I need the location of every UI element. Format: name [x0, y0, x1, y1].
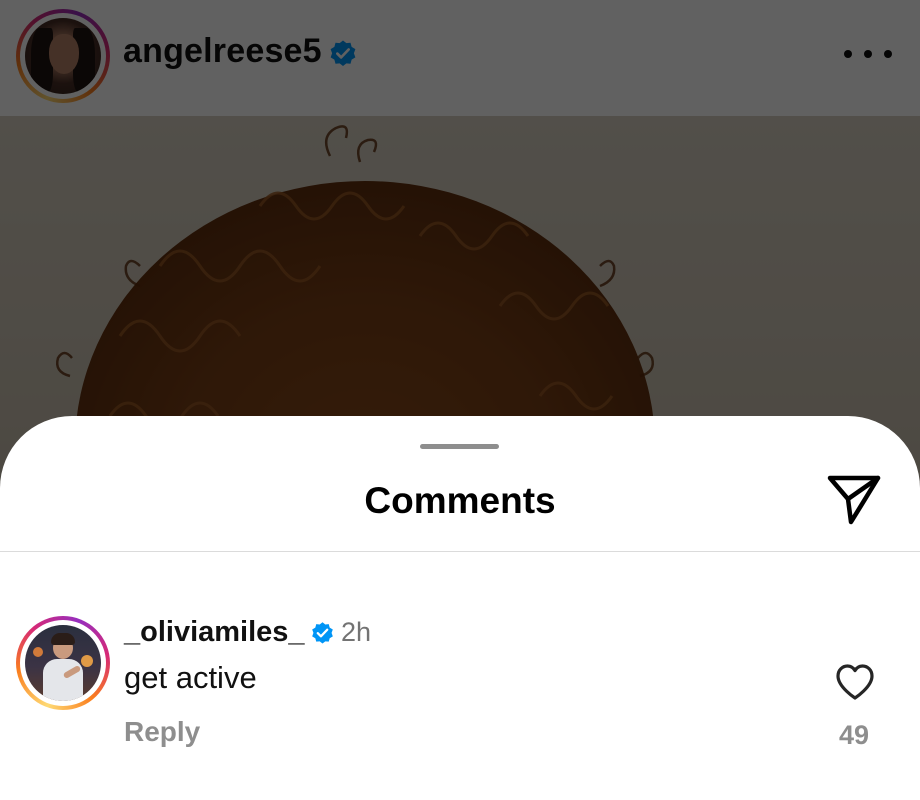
- commenter-avatar-photo: [25, 625, 101, 701]
- sheet-drag-handle[interactable]: [420, 444, 499, 449]
- verified-badge-icon: [312, 622, 333, 644]
- sheet-divider: [0, 551, 920, 552]
- heart-outline-icon[interactable]: [834, 662, 876, 702]
- reply-button[interactable]: Reply: [124, 716, 200, 748]
- comment-item: _oliviamiles_ 2h get active Reply 49: [0, 616, 920, 766]
- comment-timestamp: 2h: [341, 617, 372, 647]
- comments-title: Comments: [364, 480, 556, 521]
- commenter-avatar[interactable]: [16, 616, 110, 710]
- instagram-screen: angelreese5: [0, 0, 920, 800]
- comment-like-count: 49: [838, 720, 870, 750]
- comments-sheet: Comments _oliviamiles_ 2h get active Rep…: [0, 416, 920, 800]
- paper-plane-icon[interactable]: [824, 472, 884, 528]
- comment-text: get active: [124, 660, 257, 695]
- comment-username[interactable]: _oliviamiles_: [124, 616, 305, 649]
